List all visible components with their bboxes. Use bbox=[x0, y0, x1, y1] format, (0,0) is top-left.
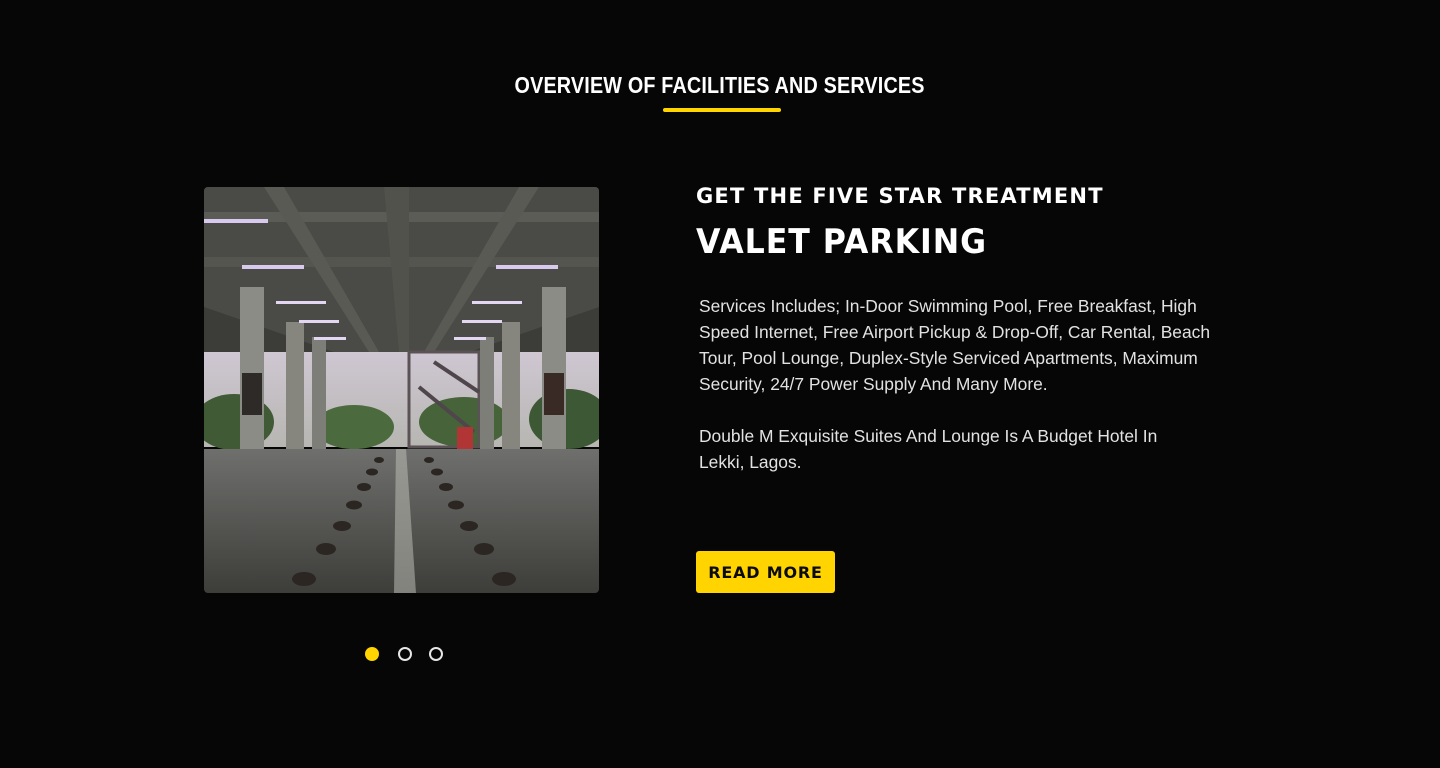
slide-heading: VALET PARKING bbox=[696, 222, 987, 262]
read-more-button[interactable]: READ MORE bbox=[696, 551, 835, 593]
services-description: Services Includes; In-Door Swimming Pool… bbox=[699, 296, 1211, 394]
hotel-description: Double M Exquisite Suites And Lounge Is … bbox=[699, 426, 1158, 472]
carousel-dot-1[interactable] bbox=[365, 647, 379, 661]
carousel-dot-3[interactable] bbox=[429, 647, 443, 661]
slide-kicker: GET THE FIVE STAR TREATMENT bbox=[696, 184, 1104, 208]
facilities-section: OVERVIEW OF FACILITIES AND SERVICES GET … bbox=[0, 0, 1440, 768]
carousel-dot-2[interactable] bbox=[398, 647, 412, 661]
valet-parking-image bbox=[204, 187, 599, 593]
section-title: OVERVIEW OF FACILITIES AND SERVICES bbox=[514, 72, 925, 98]
title-underline bbox=[663, 108, 781, 112]
